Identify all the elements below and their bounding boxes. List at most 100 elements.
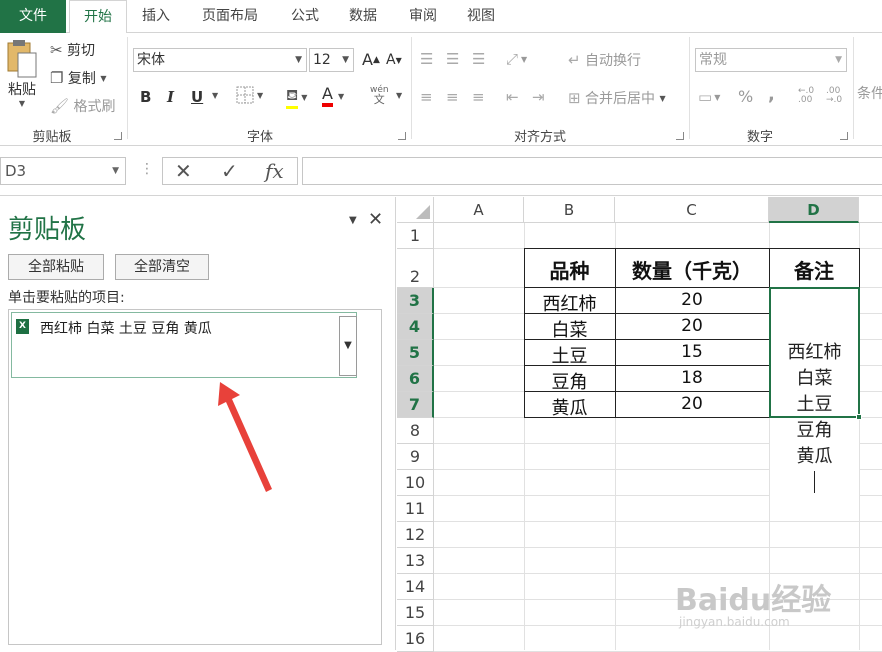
wrap-text-button[interactable]: ↵ 自动换行 — [568, 50, 641, 70]
cell-b5[interactable]: 土豆 — [524, 342, 615, 368]
cancel-icon[interactable]: ✕ — [175, 159, 192, 183]
row-header-8[interactable]: 8 — [397, 418, 434, 444]
tab-review[interactable]: 审阅 — [398, 0, 448, 33]
clipboard-item[interactable]: X 西红柿 白菜 土豆 豆角 黄瓜 ▼ — [11, 312, 357, 378]
paste-button[interactable]: 粘贴 ▼ — [4, 39, 40, 108]
column-header-b[interactable]: B — [524, 197, 615, 223]
row-header-9[interactable]: 9 — [397, 444, 434, 470]
clipboard-item-dropdown[interactable]: ▼ — [339, 316, 357, 376]
chevron-down-icon: ▼ — [295, 55, 302, 65]
tab-view[interactable]: 视图 — [456, 0, 506, 33]
align-center-button[interactable]: ≡ — [446, 88, 459, 106]
select-all-corner[interactable] — [397, 197, 434, 223]
row-header-6[interactable]: 6 — [397, 366, 434, 392]
increase-decimal-button[interactable]: ←.0.00 — [798, 87, 814, 105]
copy-button[interactable]: ❐ 复制 ▼ — [50, 68, 107, 88]
fill-color-button[interactable]: ⛾ ▼ — [286, 86, 307, 109]
cell-c3[interactable]: 20 — [615, 290, 769, 310]
phonetic-dropdown[interactable]: ▼ — [396, 91, 402, 100]
alignment-launcher-icon[interactable] — [676, 132, 684, 140]
row-header-13[interactable]: 13 — [397, 548, 434, 574]
pane-options-icon[interactable]: ▼ — [349, 215, 357, 226]
row-header-12[interactable]: 12 — [397, 522, 434, 548]
row-header-16[interactable]: 16 — [397, 626, 434, 652]
clear-all-button[interactable]: 全部清空 — [115, 254, 209, 280]
enter-icon[interactable]: ✓ — [221, 159, 238, 183]
cell-b3[interactable]: 西红柿 — [524, 290, 615, 316]
phonetic-button[interactable]: wén 文 — [370, 85, 389, 105]
font-size-combo[interactable]: 12 ▼ — [309, 48, 354, 72]
font-color-button[interactable]: A ▼ — [322, 85, 344, 107]
row-header-7[interactable]: 7 — [397, 392, 434, 418]
cell-c5[interactable]: 15 — [615, 342, 769, 362]
paint-bucket-icon: ⛾ — [286, 86, 299, 109]
chevron-down-icon: ▼ — [342, 55, 349, 65]
cell-c2[interactable]: 数量（千克） — [615, 255, 769, 284]
align-right-button[interactable]: ≡ — [472, 88, 485, 106]
orientation-button[interactable]: ⤢ ▼ — [506, 50, 527, 68]
tab-formulas[interactable]: 公式 — [280, 0, 330, 33]
column-header-a[interactable]: A — [434, 197, 524, 223]
clipboard-launcher-icon[interactable] — [114, 132, 122, 140]
row-header-14[interactable]: 14 — [397, 574, 434, 600]
decrease-decimal-button[interactable]: .00 →.0 — [826, 87, 842, 105]
underline-button[interactable]: U — [191, 88, 203, 106]
percent-button[interactable]: % — [738, 87, 753, 106]
align-middle-button[interactable]: ☰ — [446, 50, 459, 68]
underline-dropdown[interactable]: ▼ — [212, 91, 218, 100]
decrease-indent-button[interactable]: ⇤ — [506, 88, 519, 106]
accounting-format-button[interactable]: ▭ ▼ — [698, 88, 720, 106]
cell-b2[interactable]: 品种 — [524, 255, 615, 284]
tab-home[interactable]: 开始 — [69, 0, 127, 34]
formula-input[interactable] — [302, 157, 882, 185]
number-format-combo[interactable]: 常规 ▼ — [695, 48, 847, 72]
font-name-combo[interactable]: 宋体 ▼ — [133, 48, 307, 72]
close-icon[interactable]: ✕ — [368, 209, 383, 230]
comma-button[interactable]: , — [768, 84, 775, 105]
row-header-10[interactable]: 10 — [397, 470, 434, 496]
format-painter-button[interactable]: 🖌 格式刷 — [50, 96, 116, 116]
shrink-font-button[interactable]: A ▼ — [386, 52, 402, 68]
cell-c6[interactable]: 18 — [615, 368, 769, 388]
row-header-2[interactable]: 2 — [397, 249, 434, 288]
number-launcher-icon[interactable] — [840, 132, 848, 140]
row-header-11[interactable]: 11 — [397, 496, 434, 522]
cell-b7[interactable]: 黄瓜 — [524, 394, 615, 420]
insert-function-icon[interactable]: fx — [265, 159, 284, 183]
merge-center-button[interactable]: ⊞ 合并后居中 ▼ — [568, 88, 666, 108]
note-line: 土豆 — [796, 394, 833, 415]
align-left-button[interactable]: ≡ — [420, 88, 433, 106]
row-header-3[interactable]: 3 — [397, 288, 434, 314]
font-size-value: 12 — [313, 52, 331, 68]
conditional-formatting-button[interactable]: 条件 — [857, 83, 882, 103]
italic-button[interactable]: I — [167, 88, 174, 106]
align-top-button[interactable]: ☰ — [420, 50, 433, 68]
row-header-15[interactable]: 15 — [397, 600, 434, 626]
column-header-e[interactable] — [859, 197, 882, 223]
column-header-d[interactable]: D — [769, 197, 859, 223]
cell-d2[interactable]: 备注 — [769, 255, 859, 284]
grow-font-button[interactable]: A ▲ — [362, 50, 380, 69]
tab-insert[interactable]: 插入 — [131, 0, 181, 33]
row-header-5[interactable]: 5 — [397, 340, 434, 366]
row-header-1[interactable]: 1 — [397, 223, 434, 249]
borders-button[interactable]: ▼ — [236, 86, 263, 104]
font-launcher-icon[interactable] — [398, 132, 406, 140]
merge-center-label: 合并后居中 — [585, 91, 656, 107]
paste-all-button[interactable]: 全部粘贴 — [8, 254, 104, 280]
cell-b4[interactable]: 白菜 — [524, 316, 615, 342]
cell-c4[interactable]: 20 — [615, 316, 769, 336]
tab-page-layout[interactable]: 页面布局 — [190, 0, 270, 33]
align-bottom-button[interactable]: ☰ — [472, 50, 485, 68]
tab-data[interactable]: 数据 — [338, 0, 388, 33]
column-header-c[interactable]: C — [615, 197, 769, 223]
tab-file[interactable]: 文件 — [0, 0, 66, 33]
format-painter-icon: 🖌 — [50, 97, 70, 115]
cell-c7[interactable]: 20 — [615, 394, 769, 414]
bold-button[interactable]: B — [140, 88, 151, 106]
name-box[interactable]: D3 ▼ — [0, 157, 126, 185]
increase-indent-button[interactable]: ⇥ — [532, 88, 545, 106]
cell-b6[interactable]: 豆角 — [524, 368, 615, 394]
row-header-4[interactable]: 4 — [397, 314, 434, 340]
cut-button[interactable]: ✂ 剪切 — [50, 40, 95, 60]
